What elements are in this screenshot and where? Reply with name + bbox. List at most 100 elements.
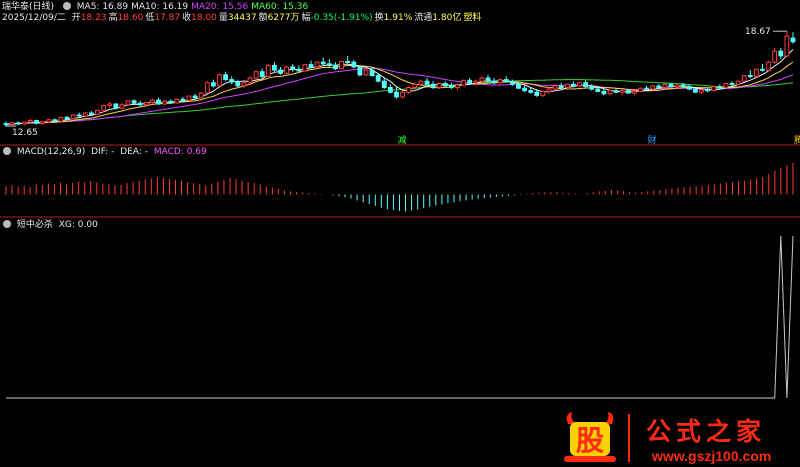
candle-body — [278, 69, 283, 74]
candle-body — [693, 88, 698, 93]
quote-label: 高 — [108, 13, 118, 23]
quote-label: 量 — [218, 13, 228, 23]
candle-body — [204, 82, 210, 94]
quote-item: 高18.60 — [109, 13, 144, 23]
candle-body — [95, 109, 100, 115]
candle-body — [369, 69, 375, 77]
candle-body — [577, 82, 582, 87]
candle-body — [70, 114, 76, 120]
high-price-label: 18.67 — [745, 26, 774, 38]
candle-body — [28, 120, 33, 123]
candle-body — [52, 119, 58, 122]
candle-body — [790, 37, 796, 43]
candle-body — [473, 80, 479, 84]
candle-body — [150, 99, 155, 103]
candle-body — [589, 86, 595, 90]
candle-body — [772, 50, 778, 63]
candle-body — [259, 71, 265, 77]
candle-body — [699, 89, 704, 93]
candle-body — [754, 68, 759, 77]
candle-body — [644, 87, 650, 90]
candle-body — [290, 66, 296, 70]
candle-body — [3, 123, 9, 126]
event-badge[interactable]: 财 — [648, 133, 657, 146]
logo-glyph: 股 — [576, 424, 604, 457]
candle-body — [711, 86, 717, 92]
candle-body — [223, 74, 228, 81]
candle-body — [326, 63, 332, 66]
candle-body — [662, 83, 668, 89]
candle-body — [308, 64, 314, 68]
candle-body — [217, 74, 222, 87]
xg-settings-gear-icon[interactable] — [3, 220, 11, 228]
candle-body — [137, 102, 143, 106]
quote-label: 换 — [374, 13, 384, 23]
macd-dif: DIF: - — [91, 147, 115, 157]
quote-value: 6277万 — [267, 13, 300, 23]
candle-body — [766, 61, 772, 71]
site-logo: 股 公式之家 www.gszj100.com — [556, 408, 800, 467]
candle-body — [363, 69, 369, 76]
candle-body — [253, 71, 259, 79]
price-pane[interactable] — [3, 30, 796, 127]
candle-body — [168, 100, 174, 104]
quote-item: 低17.87 — [145, 13, 180, 23]
candle-body — [247, 77, 253, 84]
quote-items: 开18.23 高18.60 低17.87 收18.00 量34437 额6277万 幅-0.… — [72, 13, 484, 23]
event-badge[interactable]: 腾 — [794, 133, 800, 146]
candle-body — [607, 90, 613, 95]
ma-item: MA60: 15.36 — [251, 2, 309, 12]
candle-body — [272, 64, 277, 71]
candle-body — [583, 82, 589, 88]
candle-body — [357, 66, 363, 76]
candle-body — [491, 80, 497, 84]
candle-body — [76, 114, 82, 117]
candle-body — [15, 122, 21, 125]
candle-body — [467, 79, 473, 84]
quote-item: 幅-0.35(-1.91%) — [301, 13, 372, 23]
candle-body — [211, 82, 216, 87]
event-badge[interactable]: 减 — [398, 133, 407, 146]
candle-body — [778, 50, 784, 57]
candle-body — [503, 79, 509, 83]
candle-body — [174, 98, 180, 104]
candle-body — [564, 83, 570, 89]
candle-body — [241, 82, 247, 87]
xg-pane[interactable] — [6, 235, 794, 399]
quote-line: 2025/12/09/二 开18.23 高18.60 低17.87 收18.00 量34… — [2, 12, 486, 24]
candle-body — [89, 112, 94, 115]
candle-body — [625, 90, 631, 94]
candle-body — [418, 80, 424, 85]
candle-body — [388, 87, 393, 93]
xg-header: 短中必杀 XG: 0.00 — [0, 219, 101, 231]
macd-settings-gear-icon[interactable] — [3, 147, 11, 155]
candle-body — [540, 90, 546, 96]
candle-body — [156, 99, 161, 105]
candle-body — [516, 83, 521, 89]
candle-body — [143, 101, 149, 106]
quote-value: 塑料 — [463, 13, 482, 23]
quote-label: 低 — [145, 13, 155, 23]
xg-title: 短中必杀 — [16, 220, 53, 230]
candle-body — [705, 89, 711, 92]
candle-body — [552, 85, 558, 90]
candle-body — [302, 64, 308, 72]
macd-header: MACD(12,26,9) DIF: - DEA: - MACD: 0.69 — [0, 146, 210, 158]
candle-body — [113, 103, 119, 109]
macd-pane[interactable] — [5, 163, 794, 212]
candle-body — [394, 91, 399, 98]
candle-body — [510, 81, 515, 85]
logo-name: 公式之家 — [646, 417, 767, 446]
candle-body — [668, 83, 674, 88]
candle-body — [613, 90, 619, 93]
ma-item: MA5: 16.89 — [76, 2, 129, 12]
xg-line — [6, 235, 794, 399]
quote-value: 18.23 — [80, 13, 107, 23]
candle-body — [9, 122, 15, 126]
settings-gear-icon[interactable] — [62, 2, 71, 10]
candle-body — [723, 83, 729, 88]
quote-item: 流通1.80亿 — [414, 13, 461, 23]
macd-title: MACD(12,26,9) — [16, 147, 86, 157]
candle-body — [650, 85, 656, 90]
quote-item: 收18.00 — [182, 13, 217, 23]
